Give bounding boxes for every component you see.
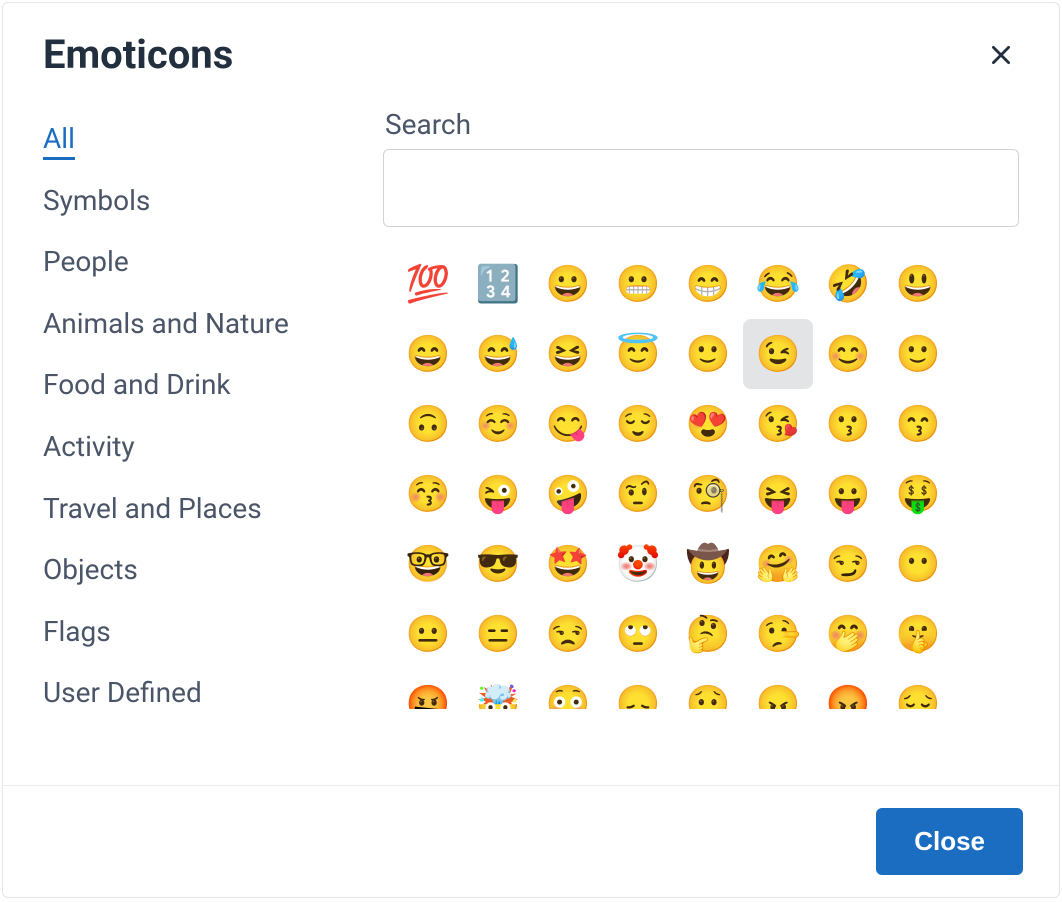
emoji-shushing-face[interactable]: 🤫	[883, 599, 953, 669]
emoji-hundred-points[interactable]: 💯	[393, 249, 463, 319]
emoji-worried-face[interactable]: 😟	[673, 669, 743, 709]
emoji-kissing-face-closed-eyes[interactable]: 😚	[393, 459, 463, 529]
emoji-smiling-face-halo[interactable]: 😇	[603, 319, 673, 389]
emoji-pouting-face[interactable]: 😡	[813, 669, 883, 709]
emoji-hugging-face[interactable]: 🤗	[743, 529, 813, 599]
emoji-input-numbers[interactable]: 🔢	[463, 249, 533, 319]
emoji-smiling-face-smiling-eyes[interactable]: 😊	[813, 319, 883, 389]
emoji-face-blowing-kiss[interactable]: 😘	[743, 389, 813, 459]
emoji-face-hand-over-mouth[interactable]: 🤭	[813, 599, 883, 669]
emoji-grinning-face[interactable]: 😀	[533, 249, 603, 319]
right-pane: Search 💯🔢😀😬😁😂🤣😃😄😅😆😇🙂😉😊🙂🙃☺️😋😌😍😘😗😙😚😜🤪🤨🧐😝😛🤑…	[383, 98, 1035, 765]
emoji-expressionless-face[interactable]: 😑	[463, 599, 533, 669]
emoji-clown-face[interactable]: 🤡	[603, 529, 673, 599]
emoji-flushed-face[interactable]: 😳	[533, 669, 603, 709]
emoji-exploding-head[interactable]: 🤯	[463, 669, 533, 709]
category-item[interactable]: Activity	[43, 416, 383, 478]
category-item[interactable]: Travel and Places	[43, 478, 383, 540]
category-label: Food and Drink	[43, 368, 231, 401]
emoji-squinting-face-tongue[interactable]: 😝	[743, 459, 813, 529]
category-item[interactable]: All	[43, 108, 383, 170]
emoji-nerd-face[interactable]: 🤓	[393, 529, 463, 599]
emoji-smiling-face-heart-eyes[interactable]: 😍	[673, 389, 743, 459]
emoji-pensive-face[interactable]: 😔	[883, 669, 953, 709]
emoji-upside-down-face[interactable]: 🙃	[393, 389, 463, 459]
emoji-beaming-face[interactable]: 😁	[673, 249, 743, 319]
close-icon[interactable]	[983, 37, 1019, 73]
emoji-relieved-face[interactable]: 😌	[603, 389, 673, 459]
category-label: User Defined	[43, 676, 202, 709]
category-label: Objects	[43, 553, 138, 586]
emoji-neutral-face[interactable]: 😐	[393, 599, 463, 669]
search-label: Search	[385, 108, 1035, 141]
category-label: People	[43, 245, 129, 278]
emoji-grid: 💯🔢😀😬😁😂🤣😃😄😅😆😇🙂😉😊🙂🙃☺️😋😌😍😘😗😙😚😜🤪🤨🧐😝😛🤑🤓😎🤩🤡🤠🤗😏…	[383, 243, 1031, 709]
emoji-face-with-tears-of-joy[interactable]: 😂	[743, 249, 813, 319]
emoji-face-without-mouth[interactable]: 😶	[883, 529, 953, 599]
category-item[interactable]: Flags	[43, 601, 383, 663]
emoji-face-with-tongue[interactable]: 😛	[813, 459, 883, 529]
dialog-header: Emoticons	[3, 3, 1059, 88]
category-item[interactable]: Objects	[43, 539, 383, 601]
emoji-smiling-face[interactable]: ☺️	[463, 389, 533, 459]
emoji-face-symbols-on-mouth[interactable]: 🤬	[393, 669, 463, 709]
emoji-kissing-face[interactable]: 😗	[813, 389, 883, 459]
emoji-grimacing-face[interactable]: 😬	[603, 249, 673, 319]
emoji-grinning-face-big-eyes[interactable]: 😃	[883, 249, 953, 319]
emoji-kissing-face-smiling-eyes[interactable]: 😙	[883, 389, 953, 459]
emoji-smirking-face[interactable]: 😏	[813, 529, 883, 599]
category-label: Animals and Nature	[43, 307, 289, 340]
category-item[interactable]: Food and Drink	[43, 354, 383, 416]
dialog-footer: Close	[3, 785, 1059, 897]
category-sidebar: All Symbols People Animals and Nature Food a…	[43, 98, 383, 765]
emoji-grinning-face-sweat[interactable]: 😅	[463, 319, 533, 389]
emoji-grinning-squinting-face[interactable]: 😆	[533, 319, 603, 389]
category-label: Symbols	[43, 184, 150, 217]
emoji-star-struck[interactable]: 🤩	[533, 529, 603, 599]
emoji-face-rolling-eyes[interactable]: 🙄	[603, 599, 673, 669]
emoji-lying-face[interactable]: 🤥	[743, 599, 813, 669]
emoji-money-mouth-face[interactable]: 🤑	[883, 459, 953, 529]
emoji-face-monocle[interactable]: 🧐	[673, 459, 743, 529]
category-label: Flags	[43, 615, 111, 648]
emoji-scroll-area[interactable]: 💯🔢😀😬😁😂🤣😃😄😅😆😇🙂😉😊🙂🙃☺️😋😌😍😘😗😙😚😜🤪🤨🧐😝😛🤑🤓😎🤩🤡🤠🤗😏…	[383, 243, 1035, 709]
dialog-body: All Symbols People Animals and Nature Food a…	[3, 88, 1059, 785]
emoji-winking-face-tongue[interactable]: 😜	[463, 459, 533, 529]
emoji-thinking-face[interactable]: 🤔	[673, 599, 743, 669]
dialog-title: Emoticons	[43, 31, 233, 78]
emoji-grinning-face-smiling-eyes[interactable]: 😄	[393, 319, 463, 389]
emoji-cowboy-hat-face[interactable]: 🤠	[673, 529, 743, 599]
emoji-winking-face[interactable]: 😉	[743, 319, 813, 389]
emoji-zany-face[interactable]: 🤪	[533, 459, 603, 529]
category-label: Travel and Places	[43, 492, 262, 525]
close-button[interactable]: Close	[876, 808, 1023, 875]
category-item[interactable]: Symbols	[43, 170, 383, 232]
emoji-disappointed-face[interactable]: 😞	[603, 669, 673, 709]
emoji-smiling-face-sunglasses[interactable]: 😎	[463, 529, 533, 599]
category-item[interactable]: People	[43, 231, 383, 293]
emoji-unamused-face[interactable]: 😒	[533, 599, 603, 669]
search-input[interactable]	[383, 149, 1019, 227]
category-label: All	[43, 122, 75, 160]
category-label: Activity	[43, 430, 135, 463]
emoji-rolling-on-the-floor-laughing[interactable]: 🤣	[813, 249, 883, 319]
emoji-face-savoring-food[interactable]: 😋	[533, 389, 603, 459]
emoticons-dialog: Emoticons All Symbols People Animals and Na…	[2, 2, 1060, 898]
emoji-slightly-smiling-face-2[interactable]: 🙂	[883, 319, 953, 389]
emoji-slightly-smiling-face[interactable]: 🙂	[673, 319, 743, 389]
emoji-face-raised-eyebrow[interactable]: 🤨	[603, 459, 673, 529]
emoji-angry-face[interactable]: 😠	[743, 669, 813, 709]
category-item[interactable]: User Defined	[43, 662, 383, 724]
category-item[interactable]: Animals and Nature	[43, 293, 383, 355]
